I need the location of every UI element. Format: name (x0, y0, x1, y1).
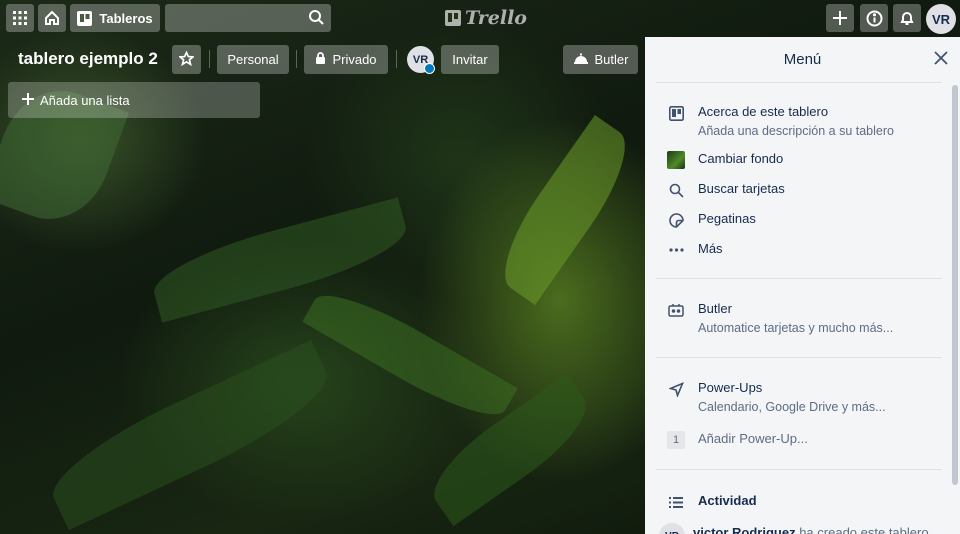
activity-text: ha creado este tablero (799, 525, 929, 534)
menu-divider (656, 82, 942, 83)
butler-icon (573, 52, 589, 67)
butler-icon (667, 301, 685, 319)
member-avatar[interactable]: VR (407, 46, 435, 74)
search-icon (667, 181, 685, 199)
lock-icon (315, 51, 326, 68)
board-icon (77, 10, 93, 26)
activity-title: Actividad (698, 493, 757, 508)
sticker-icon (667, 211, 685, 229)
team-button[interactable]: Personal (217, 45, 289, 74)
menu-item-title: Buscar tarjetas (698, 181, 785, 196)
menu-item-title: Pegatinas (698, 211, 756, 226)
close-menu-button[interactable] (934, 51, 948, 70)
boards-label: Tableros (99, 10, 153, 26)
bell-icon (899, 10, 915, 26)
menu-item-stickers[interactable]: Pegatinas (667, 211, 756, 229)
plus-icon (832, 10, 848, 26)
header-divider (296, 50, 297, 68)
menu-divider (656, 278, 942, 279)
menu-item-title: Añadir Power-Up... (698, 431, 808, 446)
search-icon (308, 9, 325, 31)
plus-icon (22, 92, 34, 108)
powerup-count: 1 (667, 431, 685, 449)
menu-item-subtitle: Añada una descripción a su tablero (698, 124, 894, 138)
menu-scrollbar[interactable] (952, 85, 958, 485)
menu-divider (656, 357, 942, 358)
activity-avatar[interactable]: VR (659, 523, 685, 534)
header-divider (396, 50, 397, 68)
invite-label: Invitar (452, 52, 488, 67)
board-title[interactable]: tablero ejemplo 2 (18, 49, 158, 69)
top-header: Tableros Trello VR (0, 0, 960, 36)
info-button[interactable] (860, 4, 888, 32)
activity-entry: victor Rodriguez ha creado este tablero (693, 525, 929, 534)
menu-item-search-cards[interactable]: Buscar tarjetas (667, 181, 785, 199)
close-icon (934, 51, 948, 69)
more-icon (667, 241, 685, 259)
add-list-label: Añada una lista (40, 92, 130, 108)
butler-label: Butler (594, 52, 629, 67)
menu-item-change-background[interactable]: Cambiar fondo (667, 151, 783, 169)
admin-badge (424, 63, 435, 74)
menu-section-activity: Actividad (667, 493, 757, 511)
home-button[interactable] (38, 4, 66, 32)
star-icon (177, 49, 196, 69)
menu-item-title: Cambiar fondo (698, 151, 784, 166)
invite-button[interactable]: Invitar (441, 45, 499, 74)
menu-item-title: Más (698, 241, 723, 256)
user-avatar[interactable]: VR (926, 4, 956, 34)
menu-item-more[interactable]: Más (667, 241, 723, 259)
activity-user[interactable]: victor Rodriguez (693, 525, 796, 534)
add-list-button[interactable]: Añada una lista (8, 82, 260, 118)
menu-item-powerups[interactable]: Power-Ups Calendario, Google Drive y más… (667, 380, 886, 414)
team-label: Personal (227, 52, 279, 67)
create-button[interactable] (826, 4, 854, 32)
header-divider (209, 50, 210, 68)
board-icon (667, 104, 685, 122)
grid-icon (13, 11, 27, 25)
apps-button[interactable] (6, 4, 34, 32)
menu-item-add-powerup[interactable]: 1 Añadir Power-Up... (667, 431, 808, 449)
menu-title: Menú (783, 51, 822, 68)
menu-item-subtitle: Calendario, Google Drive y más... (698, 400, 886, 414)
background-thumbnail (667, 151, 685, 169)
activity-icon (667, 493, 685, 511)
menu-item-butler[interactable]: Butler Automatice tarjetas y mucho más..… (667, 301, 893, 335)
search-input[interactable] (165, 4, 331, 32)
menu-divider (656, 469, 942, 470)
menu-item-about[interactable]: Acerca de este tablero Añada una descrip… (667, 104, 894, 138)
visibility-button[interactable]: Privado (304, 45, 388, 74)
logo-text: Trello (465, 7, 527, 29)
star-button[interactable] (172, 45, 201, 74)
rocket-icon (667, 380, 685, 398)
trello-logo[interactable]: Trello (445, 7, 527, 29)
menu-item-title: Power-Ups (698, 380, 763, 395)
boards-button[interactable]: Tableros (70, 4, 160, 32)
trello-logo-icon (445, 10, 461, 26)
board-menu: Menú Acerca de este tablero Añada una de… (645, 37, 960, 534)
info-icon (866, 10, 883, 27)
menu-item-subtitle: Automatice tarjetas y mucho más... (698, 321, 894, 335)
home-icon (44, 10, 60, 26)
notifications-button[interactable] (893, 4, 921, 32)
menu-item-title: Acerca de este tablero (698, 104, 829, 119)
butler-button[interactable]: Butler (563, 45, 638, 74)
menu-header: Menú (645, 37, 960, 82)
menu-item-title: Butler (698, 301, 732, 316)
visibility-label: Privado (332, 52, 377, 67)
